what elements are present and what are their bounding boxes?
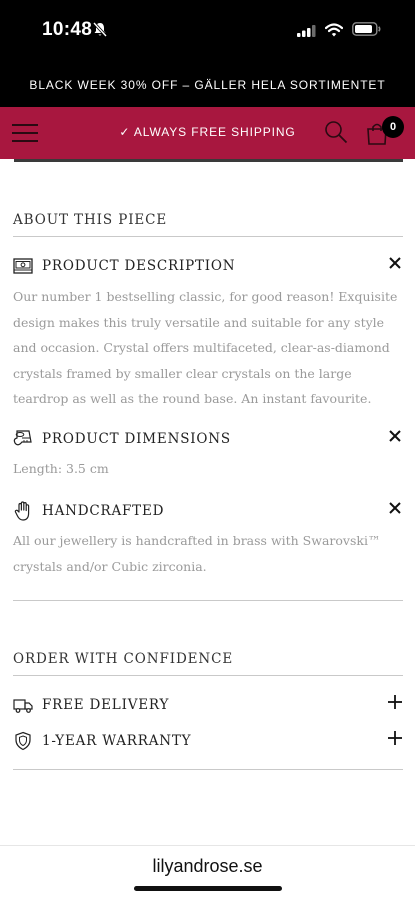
accordion-label: FREE DELIVERY (42, 697, 170, 713)
product-description-text: Our number 1 bestselling classic, for go… (13, 289, 398, 406)
close-icon[interactable] (387, 500, 403, 516)
promo-text: BLACK WEEK 30% OFF – GÄLLER HELA SORTIME… (29, 77, 386, 92)
accordion-label: PRODUCT DIMENSIONS (42, 431, 231, 447)
section-divider (13, 675, 403, 676)
about-heading: ABOUT THIS PIECE (13, 212, 168, 228)
status-time: 10:48 (42, 19, 93, 40)
close-icon[interactable] (387, 255, 403, 271)
accordion-label: PRODUCT DESCRIPTION (42, 258, 236, 274)
search-icon[interactable] (324, 120, 348, 144)
ruler-icon (13, 430, 32, 446)
section-divider (13, 769, 403, 770)
plus-icon[interactable] (387, 694, 403, 710)
battery-icon (352, 22, 381, 36)
promo-banner[interactable]: BLACK WEEK 30% OFF – GÄLLER HELA SORTIME… (0, 62, 415, 107)
home-indicator[interactable] (134, 886, 282, 891)
wifi-icon (325, 23, 343, 37)
cellular-signal-icon (297, 25, 316, 37)
shield-icon (15, 731, 31, 751)
muted-bell-icon (93, 22, 107, 37)
status-bar: 10:48 (0, 0, 415, 62)
accordion-handcrafted[interactable]: HANDCRAFTED (13, 499, 403, 523)
plus-icon[interactable] (387, 730, 403, 746)
accordion-warranty[interactable]: 1-YEAR WARRANTY (13, 729, 403, 753)
section-divider (13, 600, 403, 601)
header-divider (14, 159, 403, 162)
accordion-free-delivery[interactable]: FREE DELIVERY (13, 693, 403, 717)
address-bar[interactable]: lilyandrose.se (0, 856, 415, 877)
accordion-label: 1-YEAR WARRANTY (42, 733, 192, 749)
confidence-heading: ORDER WITH CONFIDENCE (13, 651, 234, 667)
product-dimensions-text: Length: 3.5 cm (13, 461, 109, 476)
cart-count-badge[interactable]: 0 (382, 116, 404, 138)
accordion-label: HANDCRAFTED (42, 503, 165, 519)
section-divider (13, 236, 403, 237)
accordion-product-description[interactable]: PRODUCT DESCRIPTION (13, 254, 403, 278)
hand-icon (14, 501, 30, 521)
accordion-product-dimensions[interactable]: PRODUCT DIMENSIONS (13, 427, 403, 451)
handcrafted-text: All our jewellery is handcrafted in bras… (13, 533, 381, 574)
delivery-truck-icon (13, 699, 33, 713)
close-icon[interactable] (387, 428, 403, 444)
shipping-banner: ✓ ALWAYS FREE SHIPPING (119, 125, 296, 139)
ring-box-icon (13, 258, 33, 274)
